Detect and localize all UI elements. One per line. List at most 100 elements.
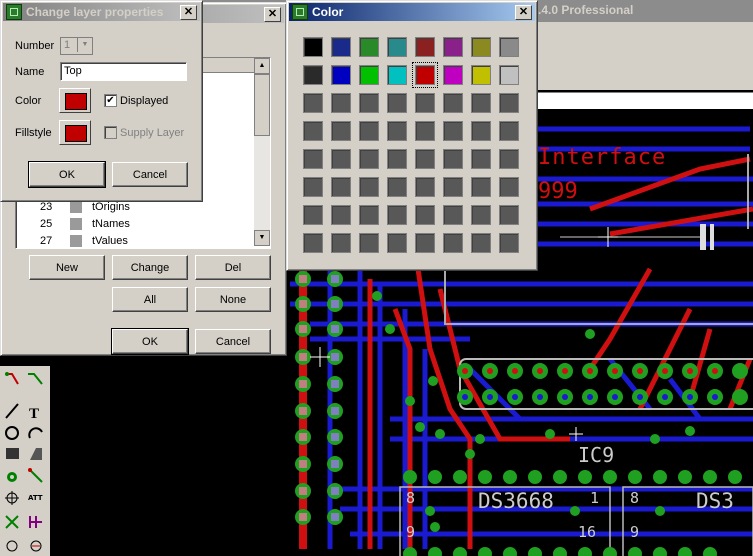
scroll-up-button[interactable]: ▲ bbox=[254, 58, 270, 74]
color-cell[interactable] bbox=[387, 93, 407, 113]
del-button[interactable]: Del bbox=[195, 255, 271, 280]
signal-icon[interactable] bbox=[28, 468, 43, 483]
color-close-button[interactable]: ✕ bbox=[515, 5, 532, 20]
color-cell[interactable] bbox=[303, 149, 323, 169]
color-cell[interactable] bbox=[443, 37, 463, 57]
color-cell[interactable] bbox=[499, 37, 519, 57]
color-cell[interactable] bbox=[443, 233, 463, 253]
color-cell[interactable] bbox=[412, 62, 438, 88]
color-cell[interactable] bbox=[415, 93, 435, 113]
chevron-down-icon[interactable]: ▼ bbox=[77, 38, 92, 52]
color-cell[interactable] bbox=[359, 121, 379, 141]
color-cell[interactable] bbox=[359, 233, 379, 253]
color-cell[interactable] bbox=[303, 93, 323, 113]
color-cell[interactable] bbox=[359, 65, 379, 85]
layers-scrollbar[interactable]: ▲ ▼ bbox=[254, 58, 270, 246]
color-cell[interactable] bbox=[359, 177, 379, 197]
color-cell[interactable] bbox=[387, 177, 407, 197]
all-button[interactable]: All bbox=[112, 287, 188, 312]
color-cell[interactable] bbox=[303, 233, 323, 253]
color-cell[interactable] bbox=[499, 149, 519, 169]
color-cell[interactable] bbox=[331, 205, 351, 225]
supply-layer-checkbox[interactable] bbox=[104, 126, 117, 139]
layers-close-button[interactable]: ✕ bbox=[264, 7, 281, 22]
color-cell[interactable] bbox=[415, 205, 435, 225]
route-icon[interactable] bbox=[5, 372, 19, 385]
color-cell[interactable] bbox=[471, 149, 491, 169]
color-cell[interactable] bbox=[499, 121, 519, 141]
layers-ok-button[interactable]: OK bbox=[111, 328, 189, 355]
color-cell[interactable] bbox=[415, 233, 435, 253]
color-cell[interactable] bbox=[303, 205, 323, 225]
fillstyle-button[interactable] bbox=[59, 120, 91, 145]
color-cell[interactable] bbox=[387, 205, 407, 225]
color-cell[interactable] bbox=[359, 205, 379, 225]
color-cell[interactable] bbox=[471, 37, 491, 57]
wire-icon[interactable] bbox=[5, 403, 19, 419]
drc-icon[interactable] bbox=[6, 540, 18, 552]
change-layer-ok-button[interactable]: OK bbox=[28, 161, 106, 188]
color-cell[interactable] bbox=[331, 233, 351, 253]
color-cell[interactable] bbox=[499, 65, 519, 85]
color-cell[interactable] bbox=[415, 177, 435, 197]
color-cell[interactable] bbox=[443, 177, 463, 197]
change-layer-cancel-button[interactable]: Cancel bbox=[112, 162, 188, 187]
hole-icon[interactable] bbox=[5, 491, 19, 505]
color-cell[interactable] bbox=[471, 65, 491, 85]
errors-icon[interactable] bbox=[30, 540, 42, 552]
polygon-icon[interactable] bbox=[30, 448, 42, 460]
text-icon[interactable]: T bbox=[29, 406, 39, 422]
color-cell[interactable] bbox=[303, 177, 323, 197]
color-cell[interactable] bbox=[331, 37, 351, 57]
auto-icon[interactable] bbox=[29, 516, 42, 528]
new-button[interactable]: New bbox=[29, 255, 105, 280]
color-cell[interactable] bbox=[303, 65, 323, 85]
color-cell[interactable] bbox=[415, 121, 435, 141]
color-cell[interactable] bbox=[499, 177, 519, 197]
layers-cancel-button[interactable]: Cancel bbox=[195, 329, 271, 354]
layer-row[interactable]: 25 tNames bbox=[40, 216, 130, 232]
color-cell[interactable] bbox=[499, 93, 519, 113]
scroll-thumb[interactable] bbox=[254, 74, 270, 136]
arc-icon[interactable] bbox=[28, 427, 43, 439]
color-cell[interactable] bbox=[443, 93, 463, 113]
color-cell[interactable] bbox=[331, 121, 351, 141]
ratsnest-icon[interactable] bbox=[5, 515, 19, 529]
color-cell[interactable] bbox=[471, 205, 491, 225]
color-cell[interactable] bbox=[471, 121, 491, 141]
ripup-icon[interactable] bbox=[28, 373, 43, 385]
color-cell[interactable] bbox=[471, 93, 491, 113]
color-cell[interactable] bbox=[303, 121, 323, 141]
color-cell[interactable] bbox=[443, 205, 463, 225]
color-cell[interactable] bbox=[499, 205, 519, 225]
color-cell[interactable] bbox=[443, 121, 463, 141]
color-cell[interactable] bbox=[387, 233, 407, 253]
color-button[interactable] bbox=[59, 88, 91, 113]
color-cell[interactable] bbox=[387, 37, 407, 57]
scroll-down-button[interactable]: ▼ bbox=[254, 230, 270, 246]
color-cell[interactable] bbox=[303, 37, 323, 57]
color-cell[interactable] bbox=[331, 93, 351, 113]
color-cell[interactable] bbox=[359, 149, 379, 169]
color-cell[interactable] bbox=[387, 65, 407, 85]
color-cell[interactable] bbox=[331, 149, 351, 169]
none-button[interactable]: None bbox=[195, 287, 271, 312]
color-cell[interactable] bbox=[387, 121, 407, 141]
color-cell[interactable] bbox=[415, 149, 435, 169]
attribute-icon[interactable]: ATT bbox=[28, 494, 43, 502]
color-cell[interactable] bbox=[359, 37, 379, 57]
number-combobox[interactable]: 1 ▼ bbox=[60, 37, 93, 55]
color-cell[interactable] bbox=[471, 177, 491, 197]
color-cell[interactable] bbox=[359, 93, 379, 113]
color-cell[interactable] bbox=[443, 149, 463, 169]
displayed-checkbox[interactable]: ✔ bbox=[104, 94, 117, 107]
change-layer-close-button[interactable]: ✕ bbox=[180, 5, 197, 20]
name-field[interactable]: Top bbox=[60, 62, 187, 81]
rect-icon[interactable] bbox=[6, 448, 19, 459]
color-cell[interactable] bbox=[387, 149, 407, 169]
circle-icon[interactable] bbox=[5, 426, 19, 440]
color-cell[interactable] bbox=[331, 177, 351, 197]
color-cell[interactable] bbox=[331, 65, 351, 85]
color-cell[interactable] bbox=[499, 233, 519, 253]
command-line-input[interactable] bbox=[537, 92, 753, 110]
